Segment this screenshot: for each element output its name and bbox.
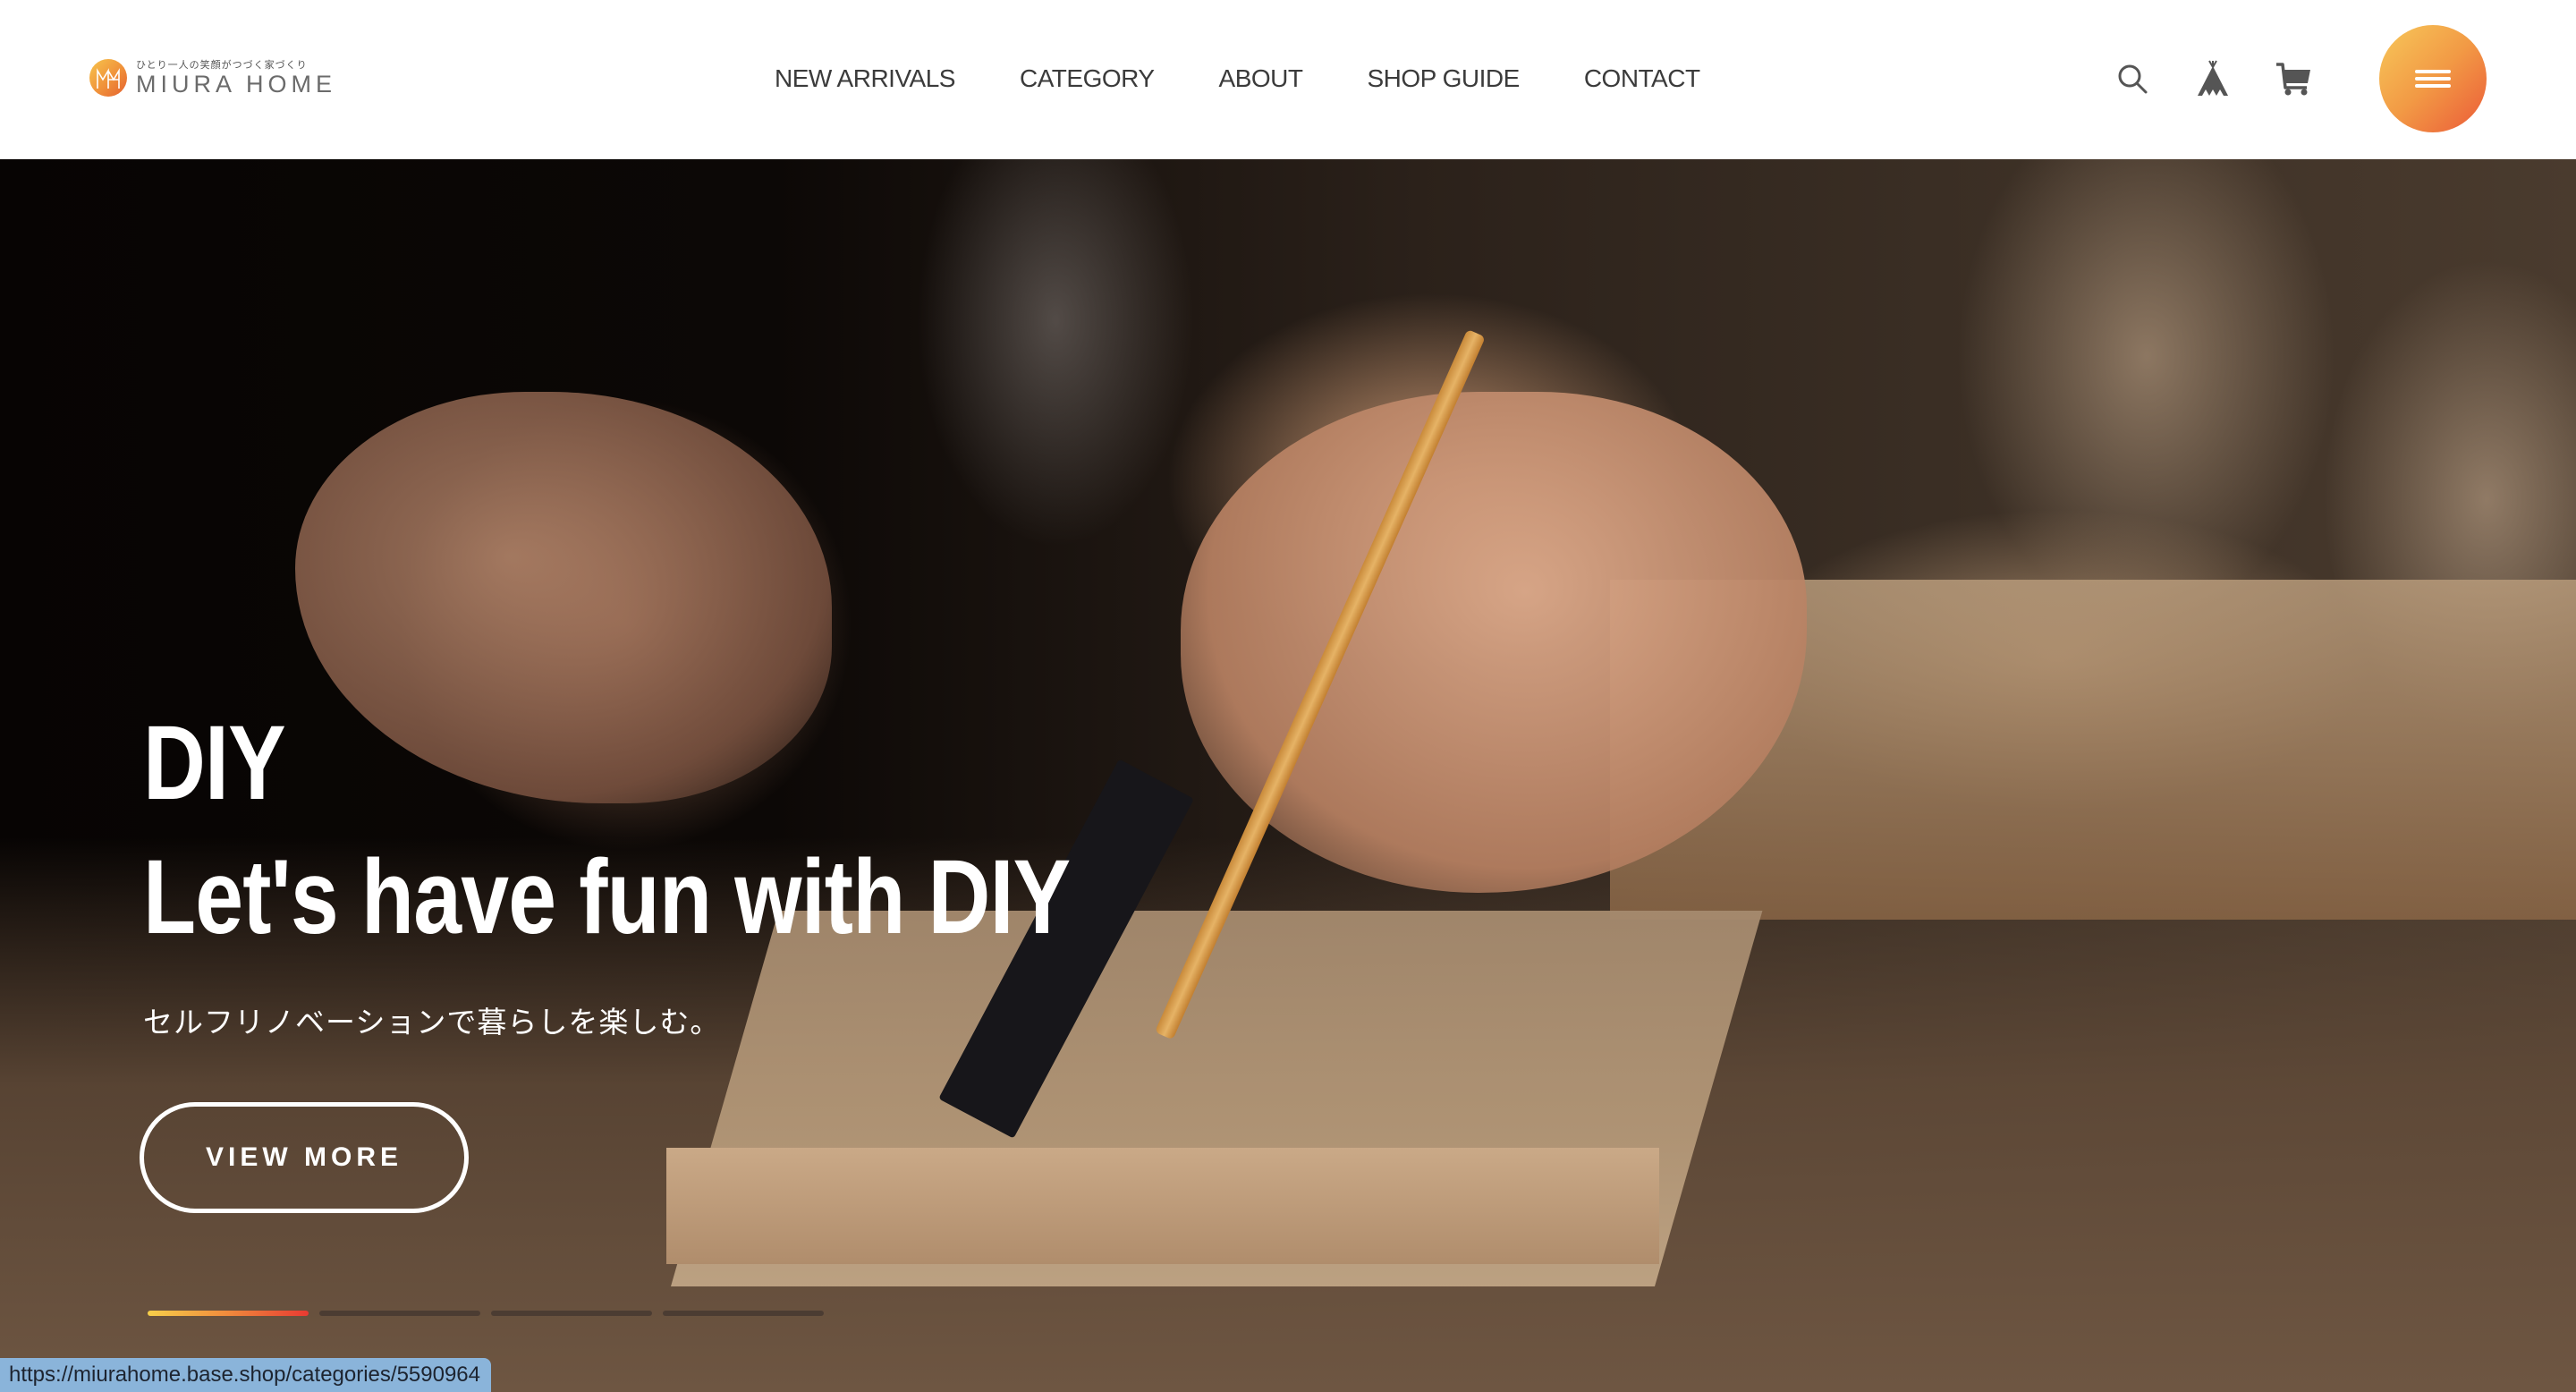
miura-home-logo-mark-icon bbox=[89, 59, 127, 97]
nav-shop-guide[interactable]: SHOP GUIDE bbox=[1368, 63, 1521, 95]
view-more-button[interactable]: VIEW MORE bbox=[140, 1102, 469, 1213]
hero-title: DIY Let's have fun with DIY bbox=[143, 696, 1071, 964]
hero-title-line1: DIY bbox=[143, 704, 286, 822]
hero-slider: DIY Let's have fun with DIY セルフリノベーションで暮… bbox=[0, 159, 2576, 1392]
hamburger-icon bbox=[2415, 66, 2451, 91]
base-app-button[interactable] bbox=[2191, 57, 2234, 100]
hero-title-line2: Let's have fun with DIY bbox=[143, 838, 1071, 956]
teepee-icon bbox=[2198, 60, 2228, 96]
slider-pagination bbox=[148, 1311, 824, 1316]
site-header: ひとり一人の笑顔がつづく家づくり MIURA HOME NEW ARRIVALS… bbox=[0, 0, 2576, 159]
site-logo[interactable]: ひとり一人の笑顔がつづく家づくり MIURA HOME bbox=[89, 55, 336, 100]
logo-tagline: ひとり一人の笑顔がつづく家づくり bbox=[136, 59, 308, 71]
nav-new-arrivals[interactable]: NEW ARRIVALS bbox=[775, 63, 955, 95]
nav-about[interactable]: ABOUT bbox=[1219, 63, 1303, 95]
browser-status-bar: https://miurahome.base.shop/categories/5… bbox=[0, 1358, 492, 1392]
slide-indicator-4[interactable] bbox=[663, 1311, 824, 1316]
nav-contact[interactable]: CONTACT bbox=[1584, 63, 1700, 95]
logo-name: MIURA HOME bbox=[136, 71, 337, 98]
hero-subtitle: セルフリノベーションで暮らしを楽しむ。 bbox=[143, 1005, 721, 1040]
slide-indicator-3[interactable] bbox=[491, 1311, 652, 1316]
slide-indicator-1[interactable] bbox=[148, 1311, 309, 1316]
search-button[interactable] bbox=[2111, 57, 2154, 100]
cart-button[interactable] bbox=[2272, 57, 2315, 100]
menu-button[interactable] bbox=[2379, 25, 2487, 132]
search-icon bbox=[2118, 64, 2148, 94]
slide-indicator-2[interactable] bbox=[319, 1311, 480, 1316]
main-nav: NEW ARRIVALS CATEGORY ABOUT SHOP GUIDE C… bbox=[775, 63, 1700, 95]
nav-category[interactable]: CATEGORY bbox=[1020, 63, 1155, 95]
status-url: https://miurahome.base.shop/categories/5… bbox=[9, 1362, 481, 1387]
cart-icon bbox=[2276, 63, 2310, 96]
